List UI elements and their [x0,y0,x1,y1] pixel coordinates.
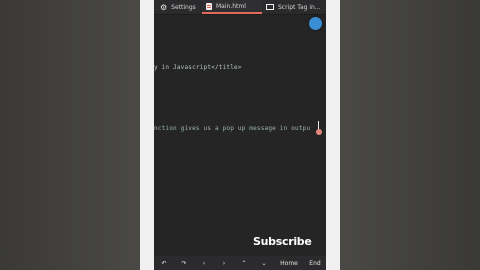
phone-screen: ⚙ Settings Main.html Script Tag in... y … [154,0,326,270]
cursor-right-button[interactable]: › [214,256,234,270]
home-button[interactable]: Home [274,256,304,270]
end-button[interactable]: End [304,256,326,270]
cursor-up-button[interactable]: ⌃ [234,256,254,270]
editor-toolbar: ↶ ↷ ‹ › ⌃ ⌄ Home End [154,256,326,270]
cursor-handle[interactable] [316,129,322,135]
right-bezel [326,0,340,270]
right-blur-panel [340,0,480,270]
tab-main-html-label: Main.html [216,2,246,10]
chevron-up-icon: ⌃ [241,259,247,267]
code-line[interactable]: nction gives us a pop up message in outp… [154,125,310,132]
terminal-icon [266,4,274,10]
file-icon [206,2,212,10]
chevron-left-icon: ‹ [202,259,206,267]
redo-icon: ↷ [181,259,187,267]
code-line[interactable]: y in Javascript</title> [154,64,242,71]
subscribe-watermark: Subscribe [253,235,312,248]
tab-script-tag[interactable]: Script Tag in... [262,0,326,14]
tab-script-tag-label: Script Tag in... [278,3,321,11]
undo-button[interactable]: ↶ [154,256,174,270]
gear-icon: ⚙ [160,2,168,12]
undo-icon: ↶ [161,259,167,267]
tab-settings-label: Settings [171,3,196,11]
left-blur-panel [0,0,140,270]
tab-bar: ⚙ Settings Main.html Script Tag in... [154,0,326,15]
tab-settings[interactable]: ⚙ Settings [154,0,202,14]
chevron-right-icon: › [222,259,226,267]
cursor-left-button[interactable]: ‹ [194,256,214,270]
cursor-down-button[interactable]: ⌄ [254,256,274,270]
video-frame: ⚙ Settings Main.html Script Tag in... y … [0,0,480,270]
home-label: Home [280,259,298,267]
chevron-down-icon: ⌄ [261,259,267,267]
tab-main-html[interactable]: Main.html [202,0,262,14]
run-button[interactable] [309,17,322,30]
end-label: End [309,259,321,267]
left-bezel [140,0,154,270]
redo-button[interactable]: ↷ [174,256,194,270]
